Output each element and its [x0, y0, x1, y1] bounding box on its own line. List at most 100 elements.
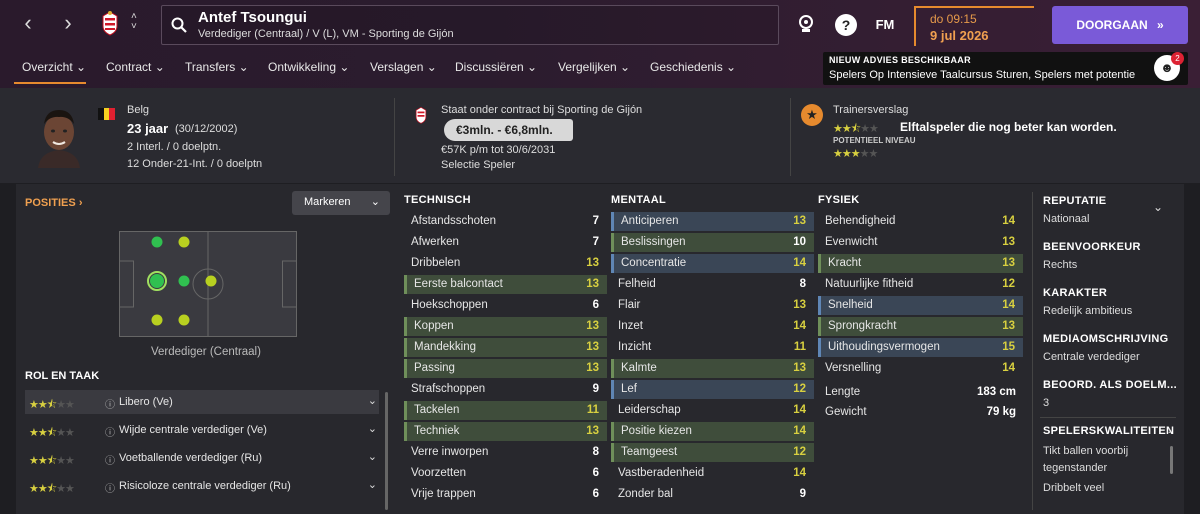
technical-attribute-row[interactable]: Afstandsschoten 7 — [404, 212, 607, 231]
physical-attribute-row[interactable]: Behendigheid 14 — [818, 212, 1023, 231]
advice-notification[interactable]: NIEUW ADVIES BESCHIKBAAR Spelers Op Inte… — [823, 52, 1188, 85]
role-name: Wijde centrale verdediger (Ve) — [119, 424, 267, 436]
attribute-name: Lef — [621, 383, 637, 395]
physical-attribute-row[interactable]: Uithoudingsvermogen 15 — [818, 338, 1023, 357]
attribute-name: Verre inworpen — [411, 446, 489, 458]
physical-title: FYSIEK — [818, 194, 860, 206]
attribute-value: 10 — [793, 236, 806, 248]
mental-attribute-row[interactable]: Teamgeest 12 — [611, 443, 814, 462]
nationality: Belg — [127, 104, 150, 116]
role-stars: ★★⯪★★ — [29, 483, 75, 495]
continue-button[interactable]: DOORGAAN » — [1052, 6, 1188, 44]
technical-attribute-row[interactable]: Dribbelen 13 — [404, 254, 607, 273]
mental-attribute-row[interactable]: Concentratie 14 — [611, 254, 814, 273]
mental-attribute-row[interactable]: Lef 12 — [611, 380, 814, 399]
technical-attribute-row[interactable]: Vrije trappen 6 — [404, 485, 607, 504]
physical-attribute-row[interactable]: Kracht 13 — [818, 254, 1023, 273]
positions-title[interactable]: POSITIES › — [25, 197, 82, 209]
quality-2: Dribbelt veel — [1043, 482, 1105, 494]
qualities-label: SPELERSKWALITEITEN — [1043, 425, 1175, 437]
menu-verslagen[interactable]: Verslagen ⌄ — [370, 60, 437, 74]
menu-overzicht[interactable]: Overzicht ⌄ — [22, 60, 86, 74]
technical-attribute-row[interactable]: Voorzetten 6 — [404, 464, 607, 483]
attribute-value: 12 — [793, 383, 806, 395]
role-row[interactable]: ★★⯪★★ ⓘ Voetballende verdediger (Ru) ⌄ — [25, 446, 379, 470]
game-time: do 09:15 — [930, 12, 977, 26]
chevron-right-icon[interactable]: › — [1168, 425, 1172, 437]
fm-logo[interactable]: FM — [872, 14, 898, 36]
menu-vergelijken[interactable]: Vergelijken ⌄ — [558, 60, 630, 74]
search-icon[interactable] — [171, 17, 187, 38]
mental-attribute-row[interactable]: Beslissingen 10 — [611, 233, 814, 252]
info-icon[interactable]: ⓘ — [105, 480, 115, 495]
forward-arrow-icon[interactable]: › — [56, 12, 80, 36]
technical-attribute-row[interactable]: Passing 13 — [404, 359, 607, 378]
technical-attribute-row[interactable]: Hoekschoppen 6 — [404, 296, 607, 315]
mark-dropdown[interactable]: Markeren ⌄ — [292, 191, 390, 215]
player-search-box[interactable]: Antef Tsoungui Verdediger (Centraal) / V… — [161, 5, 779, 45]
chevron-down-icon[interactable]: ⌄ — [368, 478, 377, 491]
technical-attribute-row[interactable]: Eerste balcontact 13 — [404, 275, 607, 294]
roles-scrollbar[interactable] — [385, 392, 388, 510]
mental-attribute-row[interactable]: Inzet 14 — [611, 317, 814, 336]
menu-geschiedenis[interactable]: Geschiedenis ⌄ — [650, 60, 736, 74]
technical-attribute-row[interactable]: Strafschoppen 9 — [404, 380, 607, 399]
mental-attribute-row[interactable]: Inzicht 11 — [611, 338, 814, 357]
mental-attribute-row[interactable]: Leiderschap 14 — [611, 401, 814, 420]
chevron-down-icon[interactable]: ⌄ — [368, 422, 377, 435]
foot-label: BEENVOORKEUR — [1043, 241, 1141, 253]
attribute-name: Flair — [618, 299, 641, 311]
mental-attribute-row[interactable]: Vastberadenheid 14 — [611, 464, 814, 483]
mental-attribute-row[interactable]: Felheid 8 — [611, 275, 814, 294]
role-row[interactable]: ★★⯪★★ ⓘ Libero (Ve) ⌄ — [25, 390, 379, 414]
potential-label: POTENTIEEL NIVEAU — [833, 136, 916, 145]
back-arrow-icon[interactable]: ‹ — [16, 12, 40, 36]
help-icon[interactable]: ? — [835, 14, 857, 36]
player-subtitle: Verdediger (Centraal) / V (L), VM - Spor… — [198, 28, 454, 40]
social-feed-icon[interactable] — [795, 14, 817, 36]
mental-attribute-row[interactable]: Kalmte 13 — [611, 359, 814, 378]
attribute-name: Hoekschoppen — [411, 299, 488, 311]
role-row[interactable]: ★★⯪★★ ⓘ Wijde centrale verdediger (Ve) ⌄ — [25, 418, 379, 442]
physical-attribute-row[interactable]: Sprongkracht 13 — [818, 317, 1023, 336]
chevron-down-icon[interactable]: ⌄ — [368, 394, 377, 407]
role-row[interactable]: ★★⯪★★ ⓘ Risicoloze centrale verdediger (Ru… — [25, 474, 379, 498]
chevron-right-icon: › — [78, 197, 83, 209]
technical-attribute-row[interactable]: Afwerken 7 — [404, 233, 607, 252]
chevron-down-icon[interactable]: ⌄ — [1153, 200, 1163, 214]
attribute-name: Kracht — [828, 257, 862, 269]
info-icon[interactable]: ⓘ — [105, 396, 115, 411]
attribute-name: Natuurlijke fitheid — [825, 278, 914, 290]
date-panel[interactable]: do 09:15 9 jul 2026 — [914, 6, 1034, 46]
info-icon[interactable]: ⓘ — [105, 452, 115, 467]
technical-attribute-row[interactable]: Koppen 13 — [404, 317, 607, 336]
role-name: Risicoloze centrale verdediger (Ru) — [119, 480, 291, 492]
technical-attribute-row[interactable]: Verre inworpen 8 — [404, 443, 607, 462]
mental-attribute-row[interactable]: Anticiperen 13 — [611, 212, 814, 231]
club-switch-icon[interactable]: ˄ ˅ — [131, 12, 137, 32]
technical-attribute-row[interactable]: Mandekking 13 — [404, 338, 607, 357]
physical-attribute-row[interactable]: Natuurlijke fitheid 12 — [818, 275, 1023, 294]
mental-attribute-row[interactable]: Positie kiezen 14 — [611, 422, 814, 441]
character-value: Redelijk ambitieus — [1043, 305, 1133, 317]
pitch-diagram — [119, 231, 297, 342]
mental-attribute-row[interactable]: Flair 13 — [611, 296, 814, 315]
mental-attribute-row[interactable]: Zonder bal 9 — [611, 485, 814, 504]
club-crest-icon[interactable] — [100, 10, 120, 36]
qualities-scrollbar[interactable] — [1170, 446, 1173, 474]
physical-attribute-row[interactable]: Evenwicht 13 — [818, 233, 1023, 252]
chevron-down-icon[interactable]: ⌄ — [368, 450, 377, 463]
technical-attribute-row[interactable]: Techniek 13 — [404, 422, 607, 441]
divider — [1032, 192, 1033, 510]
menu-contract[interactable]: Contract ⌄ — [106, 60, 165, 74]
menu-ontwikkeling[interactable]: Ontwikkeling ⌄ — [268, 60, 349, 74]
transfer-value[interactable]: €3mln. - €6,8mln. — [444, 119, 573, 141]
physical-attribute-row[interactable]: Versnelling 14 — [818, 359, 1023, 378]
menu-transfers[interactable]: Transfers ⌄ — [185, 60, 249, 74]
attribute-name: Mandekking — [414, 341, 477, 353]
physical-attribute-row[interactable]: Snelheid 14 — [818, 296, 1023, 315]
menu-discussieren[interactable]: Discussiëren ⌄ — [455, 60, 537, 74]
info-icon[interactable]: ⓘ — [105, 424, 115, 439]
technical-attribute-row[interactable]: Tackelen 11 — [404, 401, 607, 420]
attribute-value: 13 — [793, 299, 806, 311]
